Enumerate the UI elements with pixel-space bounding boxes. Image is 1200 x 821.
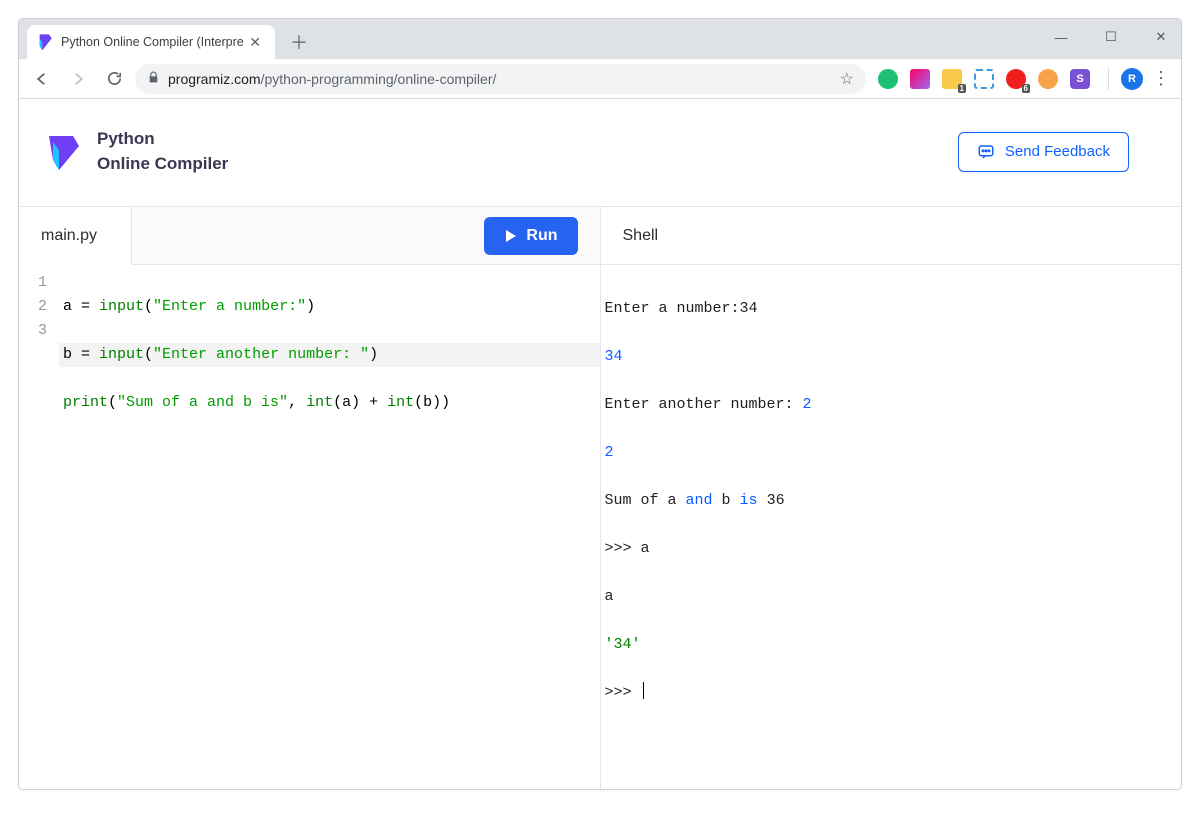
new-tab-button[interactable]: ＋ [285,28,313,56]
ext-icon-5[interactable]: 6 [1006,69,1026,89]
tab-favicon [37,34,53,50]
tab-title: Python Online Compiler (Interpre [61,35,245,49]
back-button[interactable] [27,64,57,94]
browser-window: Python Online Compiler (Interpre ✕ ＋ ― ☐… [18,18,1182,790]
window-minimize-icon[interactable]: ― [1047,23,1075,51]
brand: Python Online Compiler [47,127,228,176]
page-content: Python Online Compiler Send Feedback mai… [19,99,1181,789]
url-text: programiz.com/python-programming/online-… [168,71,832,87]
shell-pane: Shell Enter a number:34 34 Enter another… [601,207,1182,789]
shell-output[interactable]: Enter a number:34 34 Enter another numbe… [601,265,1182,789]
profile-avatar[interactable]: R [1121,68,1143,90]
ext-icon-4[interactable] [974,69,994,89]
extensions-row: 1 6 S [872,69,1096,89]
nav-toolbar: programiz.com/python-programming/online-… [19,59,1181,99]
lock-icon [147,71,160,87]
brand-logo-icon [47,132,81,172]
window-close-icon[interactable]: ✕ [1147,23,1175,51]
code-body[interactable]: a = input("Enter a number:") b = input("… [59,265,600,789]
ext-icon-6[interactable] [1038,69,1058,89]
address-bar[interactable]: programiz.com/python-programming/online-… [135,64,866,94]
run-button[interactable]: Run [484,217,577,255]
file-tab[interactable]: main.py [19,207,132,265]
window-maximize-icon[interactable]: ☐ [1097,23,1125,51]
forward-button [63,64,93,94]
reload-button[interactable] [99,64,129,94]
shell-header: Shell [601,207,1182,265]
ide-split: main.py Run 123 a = input("Enter a numbe… [19,206,1181,789]
ext-icon-1[interactable] [878,69,898,89]
editor-pane: main.py Run 123 a = input("Enter a numbe… [19,207,601,789]
cursor [643,682,644,699]
browser-tab[interactable]: Python Online Compiler (Interpre ✕ [27,25,275,59]
chrome-menu-icon[interactable]: ⋮ [1149,68,1173,89]
brand-title: Python Online Compiler [97,127,228,176]
tab-close-icon[interactable]: ✕ [245,34,265,51]
ext-icon-7[interactable]: S [1070,69,1090,89]
ext-icon-2[interactable] [910,69,930,89]
send-feedback-button[interactable]: Send Feedback [958,132,1129,172]
titlebar: Python Online Compiler (Interpre ✕ ＋ ― ☐… [19,19,1181,59]
line-gutter: 123 [19,265,59,789]
bookmark-star-icon[interactable]: ☆ [840,69,854,89]
toolbar-separator [1108,68,1109,90]
chat-icon [977,143,995,161]
page-header: Python Online Compiler Send Feedback [19,99,1181,206]
code-editor[interactable]: 123 a = input("Enter a number:") b = inp… [19,265,600,789]
ext-icon-3[interactable]: 1 [942,69,962,89]
play-icon [504,229,518,243]
